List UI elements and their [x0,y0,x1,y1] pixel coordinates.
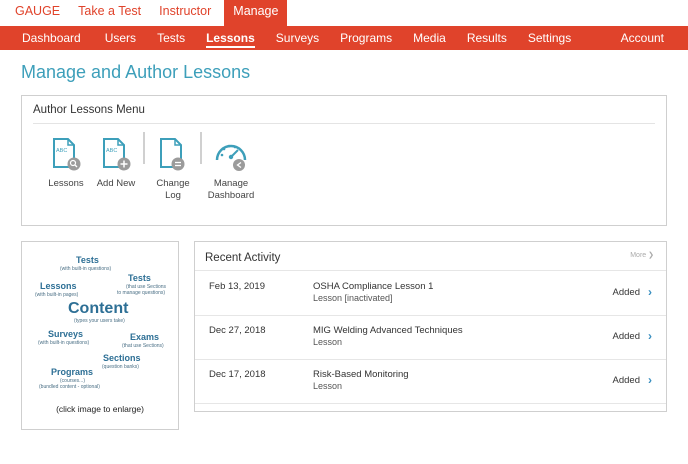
activity-type: Lesson [313,337,343,347]
activity-divider [195,403,666,404]
author-lessons-menu-panel: Author Lessons Menu ABC Lessons ABC Add … [21,95,667,226]
lessons-label: Lessons [48,178,84,189]
activity-date: Feb 13, 2019 [209,281,265,292]
abc-text: ABC [56,148,67,154]
recent-activity-title: Recent Activity [205,252,281,264]
add-new-label: Add New [96,178,136,189]
cloud-sections-sub: (question banks) [102,364,139,370]
cloud-surveys: Surveys [48,329,84,339]
activity-date: Dec 17, 2018 [209,369,266,380]
cloud-tests-2: Tests [128,273,151,283]
activity-date: Dec 27, 2018 [209,325,266,336]
subnav-item-tests[interactable]: Tests [149,26,193,50]
activity-status: Added [612,331,640,342]
cloud-tests: Tests [76,255,99,265]
lessons-search-icon: ABC [53,138,81,171]
subnav-item-surveys[interactable]: Surveys [268,26,327,50]
subnav-item-results[interactable]: Results [459,26,515,50]
activity-type: Lesson [inactivated] [313,293,393,303]
activity-status: Added [612,375,640,386]
subnav-item-media[interactable]: Media [405,26,454,50]
activity-row[interactable]: Dec 27, 2018 MIG Welding Advanced Techni… [195,315,666,359]
more-label: More [630,252,647,259]
subnav-item-programs[interactable]: Programs [332,26,400,50]
add-new-tool[interactable]: ABC Add New [96,136,136,190]
top-nav: GAUGE Take a Test Instructor Manage [0,0,688,26]
page-title: Manage and Author Lessons [21,62,251,82]
tab-manage[interactable]: Manage [224,0,288,26]
cloud-tests-2-sub-2: to manage questions) [117,290,166,296]
menu-divider [33,123,655,124]
recent-activity-panel: Recent Activity More ❯ Feb 13, 2019 OSHA… [194,241,667,412]
subnav-item-dashboard[interactable]: Dashboard [14,26,89,50]
menu-separator [200,132,202,164]
activity-row[interactable]: Dec 17, 2018 Risk-Based Monitoring Lesso… [195,359,666,403]
cloud-programs: Programs [51,367,94,377]
manage-dashboard-label-2: Dashboard [207,190,255,201]
cloud-tests-sub: (with built-in questions) [60,266,112,272]
tab-gauge[interactable]: GAUGE [6,0,69,26]
activity-name: OSHA Compliance Lesson 1 [313,281,434,292]
cloud-programs-sub-2: (bundled content - optional) [39,384,100,390]
activity-type: Lesson [313,381,343,391]
change-log-icon [160,138,185,171]
tab-take-a-test[interactable]: Take a Test [69,0,150,26]
cloud-content: Content [68,300,129,317]
lessons-tool[interactable]: ABC Lessons [46,136,86,190]
tab-instructor[interactable]: Instructor [150,0,220,26]
dashboard-gauge-icon [215,144,247,171]
cloud-content-sub: (types your users take) [74,318,125,324]
change-log-tool[interactable]: Change Log [152,136,194,202]
manage-dashboard-tool[interactable]: Manage Dashboard [205,136,257,202]
cloud-sections: Sections [103,353,141,363]
account-menu[interactable]: Account [621,26,664,50]
cloud-exams-sub: (that use Sections) [122,343,164,349]
activity-status: Added [612,287,640,298]
change-log-label-2: Log [165,190,181,201]
cloud-lessons: Lessons [40,281,77,291]
activity-row[interactable]: Feb 13, 2019 OSHA Compliance Lesson 1 Le… [195,271,666,315]
change-log-label-1: Change [156,178,190,189]
sub-nav: Dashboard Users Tests Lessons Surveys Pr… [0,26,688,50]
activity-name: Risk-Based Monitoring [313,369,409,380]
cloud-caption: (click image to enlarge) [56,404,144,414]
chevron-right-icon[interactable]: › [648,285,652,299]
cloud-surveys-sub: (with built-in questions) [38,340,90,346]
subnav-item-lessons[interactable]: Lessons [198,26,263,50]
cloud-lessons-sub: (with built-in pages) [35,292,79,298]
activity-name: MIG Welding Advanced Techniques [313,325,463,336]
subnav-item-users[interactable]: Users [97,26,144,50]
menu-title: Author Lessons Menu [33,104,145,116]
add-document-icon: ABC [103,138,131,171]
manage-dashboard-label-1: Manage [213,178,249,189]
menu-separator [143,132,145,164]
chevron-right-icon: ❯ [648,252,654,259]
cloud-exams: Exams [130,332,160,342]
subnav-item-settings[interactable]: Settings [520,26,579,50]
more-link[interactable]: More ❯ [630,251,654,259]
content-cloud-panel[interactable]: Tests (with built-in questions) Tests (t… [21,241,179,430]
abc-text: ABC [106,148,117,154]
chevron-right-icon[interactable]: › [648,329,652,343]
chevron-right-icon[interactable]: › [648,373,652,387]
